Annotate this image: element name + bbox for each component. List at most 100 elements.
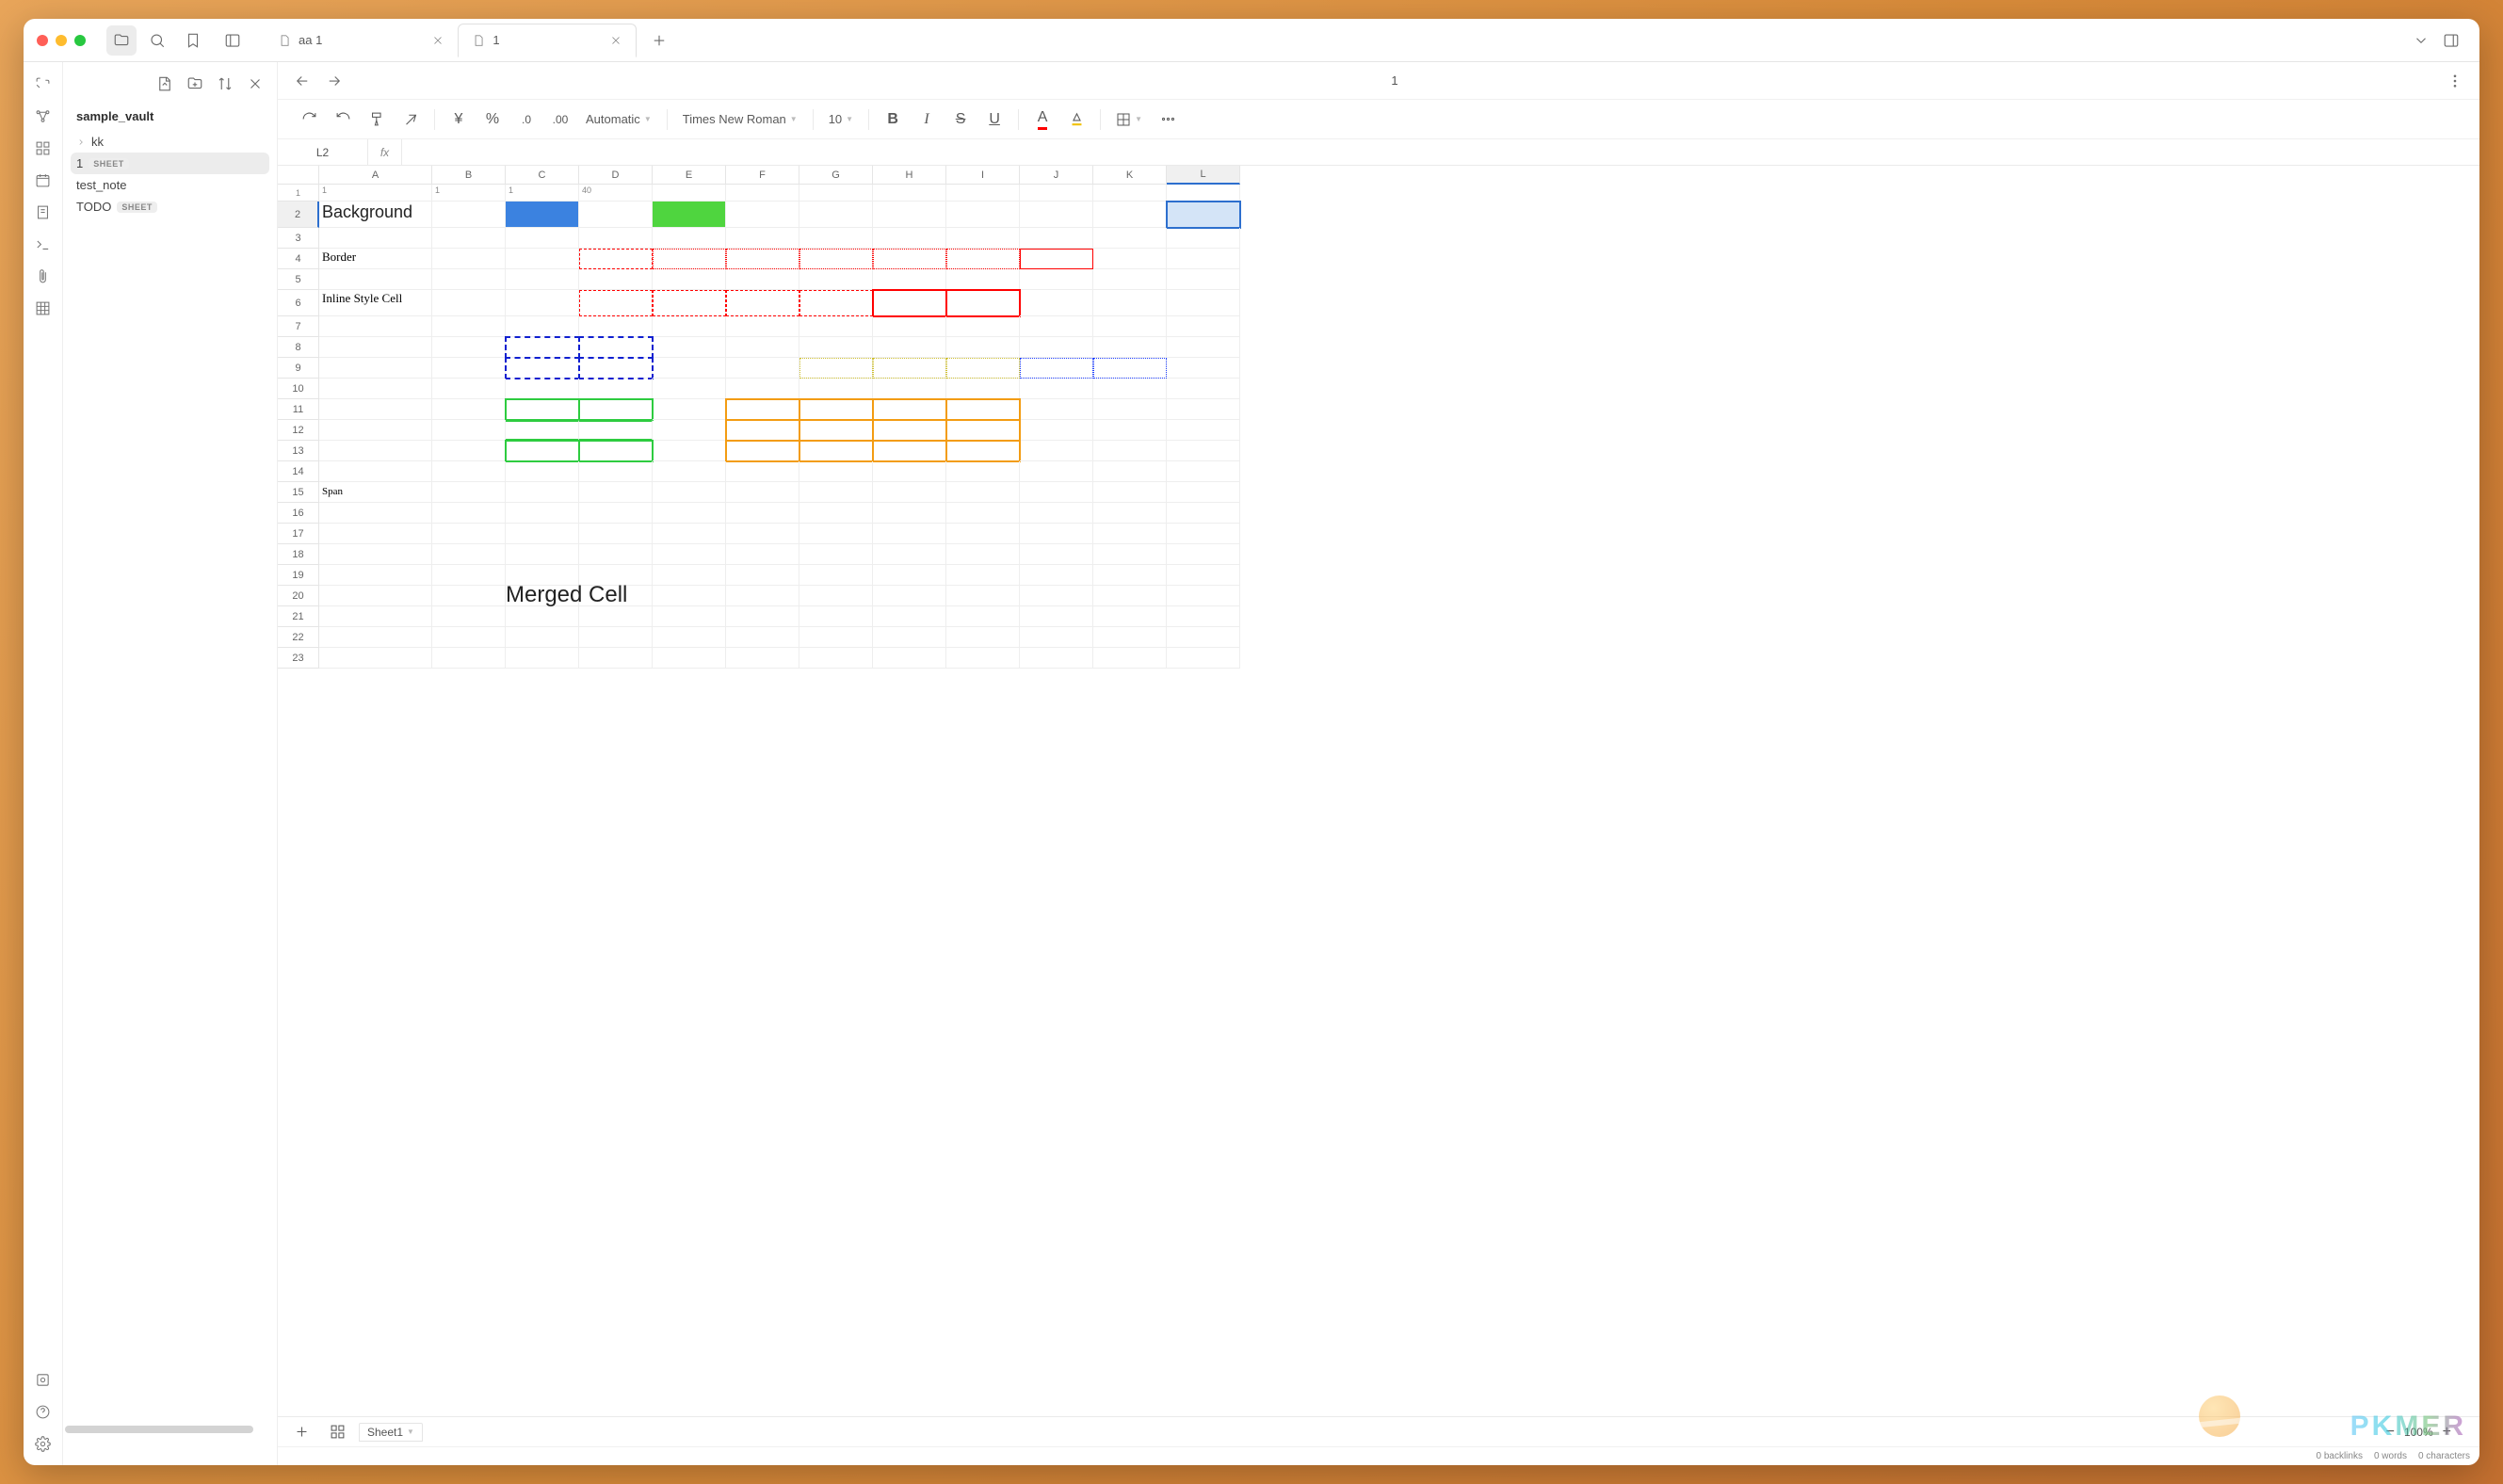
row-header-5[interactable]: 5 bbox=[278, 269, 319, 290]
cell-D18[interactable] bbox=[579, 544, 653, 565]
cell-H14[interactable] bbox=[873, 461, 946, 482]
cell-I7[interactable] bbox=[946, 316, 1020, 337]
sidebar-item-kk[interactable]: kk bbox=[71, 131, 269, 153]
cell-H4[interactable] bbox=[873, 249, 946, 269]
left-panel-toggle-icon[interactable] bbox=[218, 25, 248, 56]
cell-I16[interactable] bbox=[946, 503, 1020, 524]
template-icon[interactable] bbox=[29, 198, 57, 226]
cell-G15[interactable] bbox=[799, 482, 873, 503]
cell-D1[interactable]: 40 bbox=[579, 185, 653, 202]
cell-A4[interactable]: Border bbox=[319, 249, 432, 269]
clear-format-button[interactable] bbox=[396, 105, 425, 134]
cell-reference[interactable]: L2 bbox=[278, 139, 368, 165]
cell-D12[interactable] bbox=[579, 420, 653, 441]
cell-K13[interactable] bbox=[1093, 441, 1167, 461]
new-tab-button[interactable] bbox=[644, 25, 674, 56]
row-header-8[interactable]: 8 bbox=[278, 337, 319, 358]
percent-button[interactable]: % bbox=[478, 105, 507, 134]
cell-L8[interactable] bbox=[1167, 337, 1240, 358]
cell-I1[interactable] bbox=[946, 185, 1020, 202]
row-header-11[interactable]: 11 bbox=[278, 399, 319, 420]
cell-F19[interactable] bbox=[726, 565, 799, 586]
cell-J17[interactable] bbox=[1020, 524, 1093, 544]
cell-A11[interactable] bbox=[319, 399, 432, 420]
cell-L23[interactable] bbox=[1167, 648, 1240, 669]
close-icon[interactable] bbox=[609, 34, 622, 47]
cell-F3[interactable] bbox=[726, 228, 799, 249]
row-header-7[interactable]: 7 bbox=[278, 316, 319, 337]
cell-G20[interactable] bbox=[799, 586, 873, 606]
cell-E2[interactable] bbox=[653, 202, 726, 228]
close-icon[interactable] bbox=[431, 34, 444, 47]
cell-A17[interactable] bbox=[319, 524, 432, 544]
cell-E10[interactable] bbox=[653, 379, 726, 399]
cell-G9[interactable] bbox=[799, 358, 873, 379]
cell-F14[interactable] bbox=[726, 461, 799, 482]
cell-L1[interactable] bbox=[1167, 185, 1240, 202]
cell-F10[interactable] bbox=[726, 379, 799, 399]
cell-G6[interactable] bbox=[799, 290, 873, 316]
new-note-icon[interactable] bbox=[153, 72, 177, 96]
cell-I20[interactable] bbox=[946, 586, 1020, 606]
row-header-9[interactable]: 9 bbox=[278, 358, 319, 379]
row-header-19[interactable]: 19 bbox=[278, 565, 319, 586]
cell-K7[interactable] bbox=[1093, 316, 1167, 337]
cell-B22[interactable] bbox=[432, 627, 506, 648]
number-format-dropdown[interactable]: Automatic▼ bbox=[580, 112, 657, 126]
column-header-G[interactable]: G bbox=[799, 166, 873, 185]
cell-B12[interactable] bbox=[432, 420, 506, 441]
cell-L2[interactable] bbox=[1167, 202, 1240, 228]
cell-G5[interactable] bbox=[799, 269, 873, 290]
cell-H11[interactable] bbox=[873, 399, 946, 420]
cell-B1[interactable]: 1 bbox=[432, 185, 506, 202]
cell-C21[interactable] bbox=[506, 606, 579, 627]
cell-B13[interactable] bbox=[432, 441, 506, 461]
cell-E18[interactable] bbox=[653, 544, 726, 565]
cell-F9[interactable] bbox=[726, 358, 799, 379]
cell-L14[interactable] bbox=[1167, 461, 1240, 482]
cell-H6[interactable] bbox=[873, 290, 946, 316]
cell-K18[interactable] bbox=[1093, 544, 1167, 565]
cell-D3[interactable] bbox=[579, 228, 653, 249]
help-icon[interactable] bbox=[29, 1397, 57, 1426]
select-all-corner[interactable] bbox=[278, 166, 319, 185]
cell-G3[interactable] bbox=[799, 228, 873, 249]
more-icon[interactable] bbox=[2440, 66, 2470, 96]
cell-F7[interactable] bbox=[726, 316, 799, 337]
cell-A3[interactable] bbox=[319, 228, 432, 249]
column-header-A[interactable]: A bbox=[319, 166, 432, 185]
nav-back-button[interactable] bbox=[287, 66, 317, 96]
cell-L12[interactable] bbox=[1167, 420, 1240, 441]
cell-A8[interactable] bbox=[319, 337, 432, 358]
cell-G23[interactable] bbox=[799, 648, 873, 669]
calendar-icon[interactable] bbox=[29, 166, 57, 194]
redo-button[interactable] bbox=[329, 105, 357, 134]
cell-H1[interactable] bbox=[873, 185, 946, 202]
cell-F4[interactable] bbox=[726, 249, 799, 269]
cell-B21[interactable] bbox=[432, 606, 506, 627]
cell-J15[interactable] bbox=[1020, 482, 1093, 503]
cell-B8[interactable] bbox=[432, 337, 506, 358]
cell-H8[interactable] bbox=[873, 337, 946, 358]
row-header-18[interactable]: 18 bbox=[278, 544, 319, 565]
more-tools-button[interactable] bbox=[1154, 105, 1182, 134]
cell-K21[interactable] bbox=[1093, 606, 1167, 627]
column-header-J[interactable]: J bbox=[1020, 166, 1093, 185]
underline-button[interactable]: U bbox=[980, 105, 1009, 134]
cell-I15[interactable] bbox=[946, 482, 1020, 503]
cell-L7[interactable] bbox=[1167, 316, 1240, 337]
cell-C11[interactable] bbox=[506, 399, 579, 420]
cell-J13[interactable] bbox=[1020, 441, 1093, 461]
close-window-button[interactable] bbox=[37, 35, 48, 46]
row-header-23[interactable]: 23 bbox=[278, 648, 319, 669]
cell-K4[interactable] bbox=[1093, 249, 1167, 269]
cell-A6[interactable]: Inline Style Cell bbox=[319, 290, 432, 316]
cell-K23[interactable] bbox=[1093, 648, 1167, 669]
cell-D2[interactable] bbox=[579, 202, 653, 228]
cell-I21[interactable] bbox=[946, 606, 1020, 627]
cell-B9[interactable] bbox=[432, 358, 506, 379]
column-header-E[interactable]: E bbox=[653, 166, 726, 185]
cell-B6[interactable] bbox=[432, 290, 506, 316]
cell-L21[interactable] bbox=[1167, 606, 1240, 627]
cell-J23[interactable] bbox=[1020, 648, 1093, 669]
